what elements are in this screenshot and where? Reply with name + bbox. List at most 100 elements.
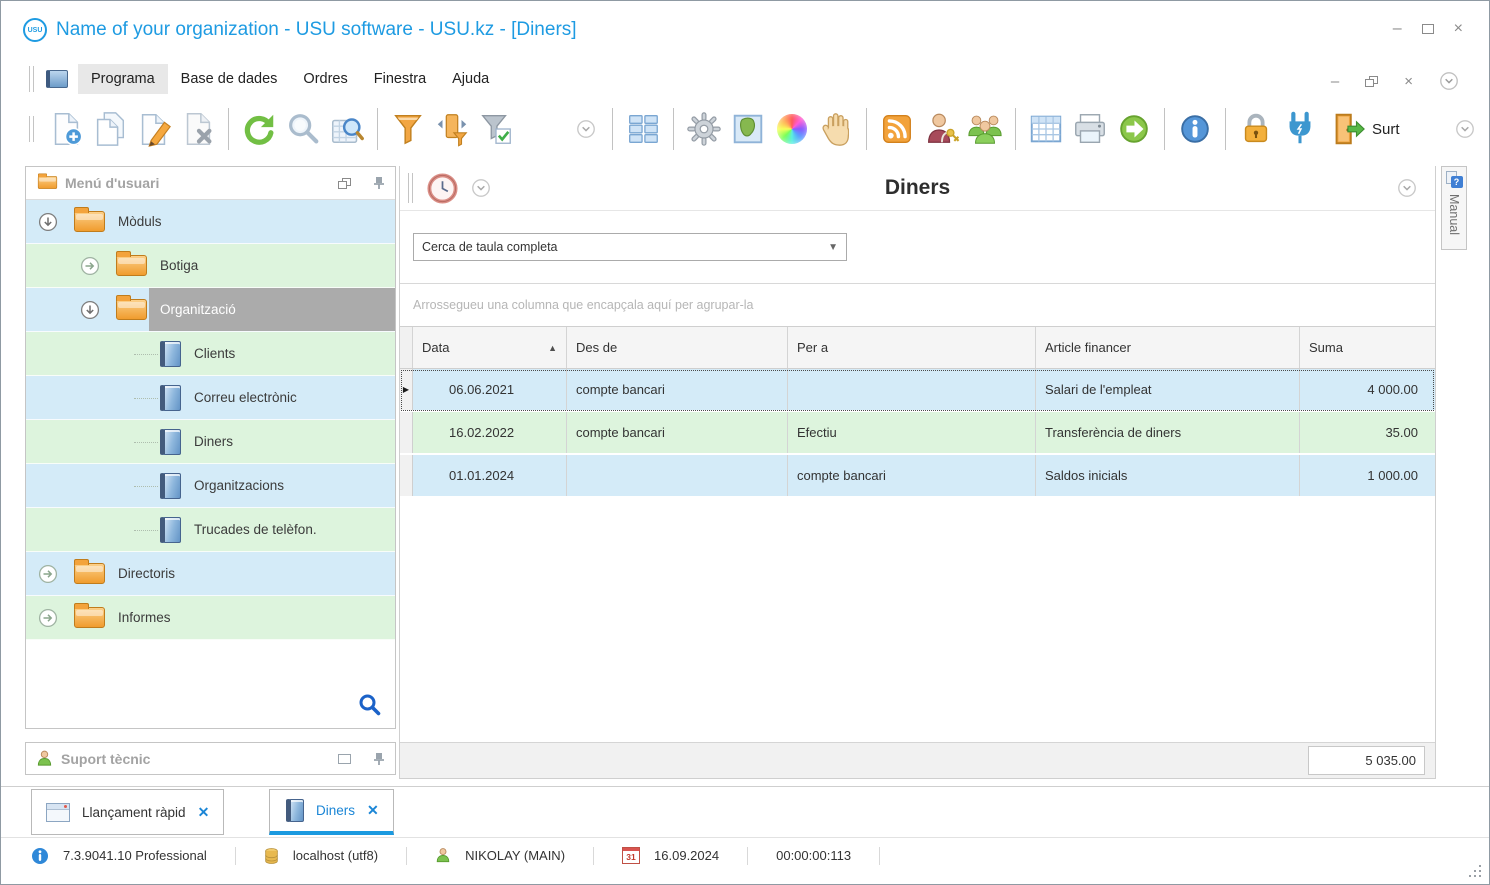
tree-item-organitzaci[interactable]: Organització [26, 288, 395, 332]
table-cell[interactable]: Saldos inicials [1036, 455, 1300, 496]
users-button[interactable] [963, 106, 1007, 152]
tree-item-directoris[interactable]: Directoris [26, 552, 395, 596]
resize-grip[interactable] [1468, 864, 1483, 879]
toolbar-overflow-chevron-icon[interactable] [1455, 119, 1475, 139]
expand-panel-icon[interactable] [338, 753, 351, 764]
manual-tab[interactable]: ? Manual [1441, 166, 1467, 250]
menu-item-base-de-dades[interactable]: Base de dades [168, 64, 291, 94]
rss-button[interactable] [875, 106, 919, 152]
filter-column-button[interactable] [430, 106, 474, 152]
appearance-button[interactable] [770, 106, 814, 152]
menubar-overflow-chevron-icon[interactable] [1439, 71, 1459, 91]
group-by-hint[interactable]: Arrossegueu una columna que encapçala aq… [400, 284, 1435, 326]
float-panel-icon[interactable] [338, 177, 351, 189]
connection-button[interactable] [1278, 106, 1322, 152]
block-button[interactable] [814, 106, 858, 152]
mdi-close-button[interactable]: × [1404, 73, 1413, 90]
tree-item-correu-electr-nic[interactable]: Correu electrònic [26, 376, 395, 420]
info-button[interactable] [1173, 106, 1217, 152]
expand-down-icon[interactable] [38, 212, 58, 232]
support-panel[interactable]: Suport tècnic [25, 742, 396, 775]
table-cell[interactable]: 16.02.2022 [413, 412, 567, 453]
go-button[interactable] [1112, 106, 1156, 152]
full-table-search-select[interactable]: Cerca de taula completa ▼ [413, 233, 847, 261]
gear-icon [687, 112, 721, 146]
table-row[interactable]: 01.01.2024 compte bancari Saldos inicials 1… [400, 455, 1435, 498]
menu-item-finestra[interactable]: Finestra [361, 64, 439, 94]
edit-record-button[interactable] [132, 106, 176, 152]
tree-item-m-duls[interactable]: Mòduls [26, 200, 395, 244]
expand-right-icon[interactable] [80, 256, 100, 276]
search-table-button[interactable] [325, 106, 369, 152]
menu-bar: Programa Base de dades Ordres Finestra Ajuda [1, 59, 1489, 99]
tab-close-icon[interactable]: ✕ [367, 802, 379, 819]
row-marker-cell [400, 412, 413, 453]
toolbar-grip-2[interactable] [29, 116, 34, 142]
maximize-button[interactable] [1421, 24, 1434, 34]
table-cell[interactable]: 06.06.2021 [413, 369, 567, 410]
expand-down-icon[interactable] [80, 300, 100, 320]
mdi-restore-button[interactable] [1365, 75, 1379, 87]
column-header-des-de[interactable]: Des de [567, 327, 788, 368]
column-header-article-financer[interactable]: Article financer [1036, 327, 1300, 368]
tree-item-informes[interactable]: Informes [26, 596, 395, 640]
table-cell[interactable]: 01.01.2024 [413, 455, 567, 496]
tree-item-botiga[interactable]: Botiga [26, 244, 395, 288]
table-cell[interactable]: 1 000.00 [1300, 455, 1426, 496]
table-cell[interactable]: compte bancari [567, 412, 788, 453]
minimize-button[interactable]: – [1393, 21, 1402, 37]
table-cell[interactable]: compte bancari [567, 369, 788, 410]
folder-icon [116, 295, 147, 320]
table-cell[interactable]: 4 000.00 [1300, 369, 1426, 410]
mdi-minimize-button[interactable]: – [1331, 73, 1339, 90]
filter-saved-button[interactable] [474, 106, 518, 152]
tree-search-icon[interactable] [358, 693, 381, 716]
tab-llan-ament-r-pid[interactable]: Llançament ràpid ✕ [31, 789, 225, 835]
filter-button[interactable] [386, 106, 430, 152]
tree-item-organitzacions[interactable]: Organitzacions [26, 464, 395, 508]
table-cell[interactable] [567, 455, 788, 496]
tab-diners[interactable]: Diners ✕ [269, 789, 394, 835]
menu-item-ordres[interactable]: Ordres [290, 64, 360, 94]
search-button[interactable] [281, 106, 325, 152]
add-record-button[interactable] [44, 106, 88, 152]
filter-overflow-chevron-icon[interactable] [576, 119, 596, 139]
table-row[interactable]: ▶ 06.06.2021 compte bancari Salari de l'emp… [400, 369, 1435, 412]
table-cell[interactable] [788, 369, 1036, 410]
pin-icon[interactable] [373, 176, 385, 190]
copy-record-button[interactable] [88, 106, 132, 152]
print-button[interactable] [1068, 106, 1112, 152]
table-cell[interactable]: Efectiu [788, 412, 1036, 453]
refresh-button[interactable] [237, 106, 281, 152]
document-plus-icon [54, 113, 83, 146]
delete-record-button[interactable] [176, 106, 220, 152]
table-cell[interactable]: 35.00 [1300, 412, 1426, 453]
exit-button[interactable]: Surt [1322, 106, 1406, 152]
table-row[interactable]: 16.02.2022 compte bancari Efectiu Transferè… [400, 412, 1435, 455]
column-header-data[interactable]: Data ▲ [413, 327, 567, 368]
settings-button[interactable] [682, 106, 726, 152]
close-button[interactable]: × [1454, 21, 1463, 37]
tree-item-diners[interactable]: Diners [26, 420, 395, 464]
manual-help-icon: ? [1445, 171, 1463, 188]
tab-close-icon[interactable]: ✕ [198, 804, 210, 821]
table-cell[interactable]: compte bancari [788, 455, 1036, 496]
lock-button[interactable] [1234, 106, 1278, 152]
table-view-button[interactable] [1024, 106, 1068, 152]
column-header-suma[interactable]: Suma [1300, 327, 1426, 368]
map-button[interactable] [726, 106, 770, 152]
expand-right-icon[interactable] [38, 564, 58, 584]
table-cell[interactable]: Transferència de diners [1036, 412, 1300, 453]
windows-layout-button[interactable] [621, 106, 665, 152]
table-cell[interactable]: Salari de l'empleat [1036, 369, 1300, 410]
toolbar-grip[interactable] [29, 66, 34, 92]
pin-icon[interactable] [373, 752, 385, 766]
menu-item-programa[interactable]: Programa [78, 64, 168, 94]
user-permissions-button[interactable] [919, 106, 963, 152]
module-right-chevron-icon[interactable] [1397, 178, 1417, 198]
expand-right-icon[interactable] [38, 608, 58, 628]
menu-item-ajuda[interactable]: Ajuda [439, 64, 502, 94]
tree-item-clients[interactable]: Clients [26, 332, 395, 376]
column-header-per-a[interactable]: Per a [788, 327, 1036, 368]
tree-item-trucades-de-tel-fon[interactable]: Trucades de telèfon. [26, 508, 395, 552]
